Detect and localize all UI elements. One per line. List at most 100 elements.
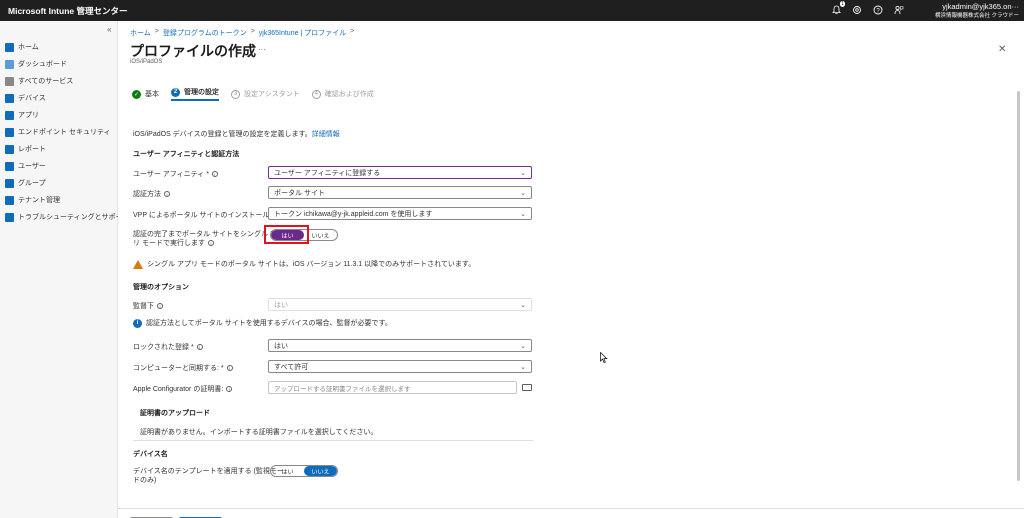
warning-text: シングル アプリ モードのポータル サイトは、iOS バージョン 11.3.1 … [147, 261, 476, 268]
learn-more-link[interactable]: 詳細情報 [312, 131, 340, 138]
more-options-icon[interactable]: ··· [258, 45, 266, 54]
info-icon[interactable]: i [157, 303, 163, 310]
label-text: Apple Configurator の証明書: [133, 386, 224, 393]
sidebar-item-label: レポート [18, 146, 46, 153]
configurator-cert-input[interactable]: アップロードする証明書ファイルを選択します [268, 381, 517, 394]
label-text: コンピューターと同期する: * [133, 365, 224, 372]
breadcrumb-profile[interactable]: yjk365Intune | プロファイル [259, 28, 346, 38]
description-text: iOS/iPadOS デバイスの登録と管理の設定を定義します。 [133, 131, 312, 138]
chevron-down-icon: ⌄ [520, 342, 526, 350]
sidebar-item[interactable]: トラブルシューティングとサポート [5, 211, 130, 223]
settings-gear-icon[interactable] [851, 4, 863, 16]
management-heading: 管理のオプション [133, 284, 189, 291]
chevron-down-icon: ⌄ [520, 210, 526, 218]
label-text: ロックされた登録 * [133, 344, 194, 351]
sidebar-item-label: ダッシュボード [18, 61, 67, 68]
apps-icon [5, 110, 14, 120]
sidebar-item[interactable]: デバイス [5, 92, 46, 104]
step-label: 管理の設定 [184, 89, 219, 96]
breadcrumb-separator: > [350, 28, 355, 35]
supervised-label: 監督下 i [133, 301, 163, 311]
user-affinity-dropdown[interactable]: ユーザー アフィニティに登録する ⌄ [268, 166, 532, 179]
list-icon [5, 76, 14, 86]
sidebar-item-label: エンドポイント セキュリティ [18, 129, 111, 136]
sidebar-item-label: グループ [18, 180, 46, 187]
step-done-icon: ✓ [132, 89, 141, 99]
account-org: 横浜情報機器株式会社 クラウドー [934, 13, 1019, 19]
info-icon[interactable]: i [226, 386, 233, 393]
locked-enrollment-label: ロックされた登録 * i [133, 342, 203, 352]
main-content: ホーム > 登録プログラムのトークン > yjk365Intune | プロファ… [118, 21, 1024, 518]
toggle-yes[interactable]: はい [271, 466, 304, 476]
step-setup-assistant[interactable]: 3 設定アシスタント [231, 89, 300, 99]
breadcrumb: ホーム > 登録プログラムのトークン > yjk365Intune | プロファ… [130, 28, 354, 38]
step-basics[interactable]: ✓ 基本 [132, 89, 159, 99]
step-number: 3 [231, 89, 240, 99]
dropdown-value: ユーザー アフィニティに登録する [274, 169, 381, 177]
device-name-template-toggle[interactable]: はい いいえ [270, 465, 338, 477]
sidebar-item-label: アプリ [18, 112, 39, 119]
mouse-cursor-icon [600, 352, 608, 363]
info-icon[interactable]: i [226, 365, 233, 372]
scrollbar-thumb[interactable] [1017, 91, 1020, 481]
auth-method-dropdown[interactable]: ポータル サイト ⌄ [268, 186, 532, 199]
sidebar-item-label: トラブルシューティングとサポート [18, 214, 130, 221]
single-app-mode-label: 認証の完了までポータル サイトをシングル アプ リ モードで実行します i [133, 230, 284, 248]
vpp-label: VPP によるポータル サイトのインストールi [133, 210, 279, 220]
sidebar-item[interactable]: テナント管理 [5, 194, 60, 206]
step-number: 4 [311, 89, 321, 99]
sidebar-item[interactable]: ホーム [5, 41, 39, 53]
breadcrumb-home[interactable]: ホーム [130, 28, 151, 38]
page-title: プロファイルの作成 [130, 43, 256, 59]
feedback-icon[interactable] [893, 4, 905, 16]
app-title[interactable]: Microsoft Intune 管理センター [0, 5, 127, 17]
groups-icon [5, 178, 14, 188]
label-text: VPP によるポータル サイトのインストール [133, 212, 270, 219]
notifications-icon[interactable]: 1 [830, 1, 845, 16]
label-text: ユーザー アフィニティ * [133, 171, 209, 178]
chevron-down-icon: ⌄ [520, 189, 526, 197]
dashboard-icon [5, 59, 14, 69]
affinity-heading: ユーザー アフィニティと認証方法 [133, 151, 240, 158]
info-icon[interactable]: i [211, 171, 218, 178]
breadcrumb-separator: > [250, 28, 255, 35]
sidebar-item[interactable]: ユーザー [5, 160, 46, 172]
device-name-heading: デバイス名 [133, 451, 168, 458]
sidebar-item[interactable]: レポート [5, 143, 46, 155]
home-icon [5, 42, 14, 52]
info-icon[interactable]: i [164, 191, 170, 198]
folder-browse-icon[interactable] [522, 384, 532, 391]
sidebar-item[interactable]: ダッシュボード [5, 58, 67, 70]
sidebar: « ホームダッシュボードすべてのサービス デバイスアプリエンドポイント セキュリテ… [0, 21, 130, 518]
step-review-create[interactable]: 4 確認および作成 [311, 89, 374, 99]
vertical-scrollbar[interactable] [1016, 49, 1021, 507]
sidebar-item[interactable]: エンドポイント セキュリティ [5, 126, 111, 138]
section-divider [133, 440, 533, 441]
info-icon[interactable]: i [207, 240, 214, 247]
sidebar-item[interactable]: グループ [5, 177, 46, 189]
sync-computers-dropdown[interactable]: すべて許可 ⌄ [268, 360, 532, 373]
dropdown-value: トークン ichikawa@y-jk.appleid.com を使用します [274, 210, 433, 218]
label-text: 監督下 [133, 303, 154, 310]
account-menu[interactable]: yjkadmin@yjk365.on··· 横浜情報機器株式会社 クラウドー [915, 2, 1019, 19]
dropdown-value: はい [274, 342, 288, 350]
step-management-settings[interactable]: 2 管理の設定 [171, 87, 219, 101]
locked-enrollment-dropdown[interactable]: はい ⌄ [268, 339, 532, 352]
top-icons: 1 ? [830, 1, 905, 16]
breadcrumb-enrollment-tokens[interactable]: 登録プログラムのトークン [163, 28, 247, 38]
step-label: 確認および作成 [324, 91, 374, 98]
close-icon[interactable]: ✕ [998, 44, 1006, 55]
warning-icon [133, 259, 143, 269]
sidebar-item-label: ユーザー [18, 163, 46, 170]
toggle-no[interactable]: いいえ [304, 466, 337, 476]
devices-icon [5, 93, 14, 103]
sidebar-collapse-icon[interactable]: « [107, 25, 111, 34]
page-subtitle: iOS/iPadOS [130, 59, 163, 65]
vpp-dropdown[interactable]: トークン ichikawa@y-jk.appleid.com を使用します ⌄ [268, 207, 532, 220]
help-icon[interactable]: ? [872, 4, 884, 16]
sidebar-item[interactable]: すべてのサービス [5, 75, 73, 87]
sidebar-item[interactable]: アプリ [5, 109, 39, 121]
info-icon[interactable]: i [196, 344, 203, 351]
step-number: 2 [171, 87, 180, 97]
sidebar-item-label: テナント管理 [18, 197, 60, 204]
